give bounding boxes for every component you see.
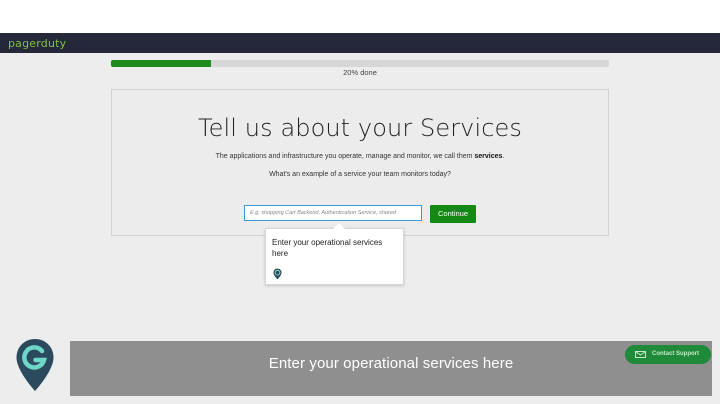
envelope-icon [635,351,646,358]
top-bar [0,0,720,33]
guide-pin-icon [273,268,282,280]
progress-bar-fill [111,60,211,67]
progress-label: 20% done [343,68,377,77]
caption-bar: Enter your operational services here [70,341,712,396]
progress-bar [111,60,609,67]
contact-support-button[interactable]: Contact Support [625,345,711,364]
description-text: The applications and infrastructure you … [112,153,608,160]
guide-tooltip: Enter your operational services here [265,223,404,285]
service-name-input[interactable]: E.g. shopping Cart Backend, Authenticati… [244,205,422,221]
tooltip-text: Enter your operational services here [272,238,383,258]
pagerduty-logo[interactable]: pagerduty [8,37,66,50]
guide-pin-logo-icon [16,339,54,391]
continue-button[interactable]: Continue [430,205,476,223]
services-card: Tell us about your Services The applicat… [111,89,609,236]
description-prefix: The applications and infrastructure you … [215,153,475,160]
description-bold: services [474,153,503,160]
navigation-bar [0,33,720,53]
contact-support-label: Contact Support [652,351,699,357]
caption-text: Enter your operational services here [268,355,514,372]
question-text: What's an example of a service your team… [269,171,451,178]
tooltip-arrow [333,223,345,229]
description-suffix: . [502,153,505,160]
page-title: Tell us about your Services [197,114,523,142]
